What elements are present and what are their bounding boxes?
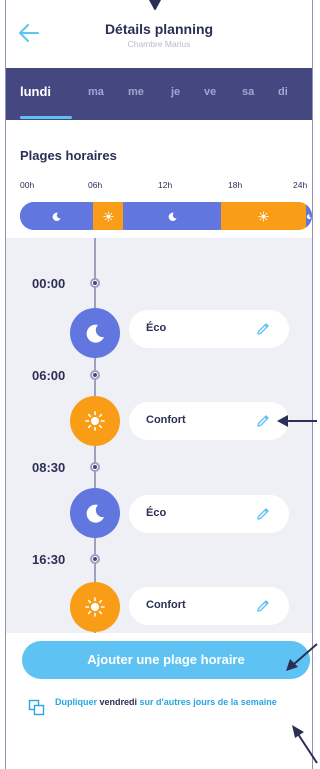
slot-card[interactable]: Éco	[129, 310, 289, 348]
range-segment-eco	[123, 202, 221, 230]
time-range-bar[interactable]	[20, 202, 312, 230]
timeline-dot	[90, 370, 100, 380]
time-label: 08:30	[32, 460, 66, 475]
sun-icon	[85, 597, 105, 617]
moon-icon	[306, 213, 312, 219]
slot-card[interactable]: Confort	[129, 587, 289, 625]
moon-icon	[86, 324, 104, 343]
annotation-arrow-icon	[286, 643, 318, 671]
header: Détails planning Chambre Marius	[6, 10, 312, 58]
timeline-dot	[90, 554, 100, 564]
moon-icon	[52, 212, 61, 221]
active-tab-indicator	[20, 116, 72, 119]
mode-circle-confort	[70, 396, 120, 446]
annotation-arrow-icon	[292, 725, 318, 764]
range-segment-confort	[93, 202, 124, 230]
tick-label: 06h	[88, 180, 103, 190]
slot-mode-label: Confort	[146, 414, 186, 426]
slot-mode-label: Éco	[146, 507, 167, 519]
copy-icon	[28, 699, 45, 716]
tab-ma[interactable]: ma	[88, 86, 104, 98]
tick-label: 00h	[20, 180, 35, 190]
sun-icon	[85, 411, 105, 431]
add-time-slot-button[interactable]: Ajouter une plage horaire	[22, 641, 310, 679]
tab-je[interactable]: je	[171, 86, 180, 98]
time-label: 06:00	[32, 368, 66, 383]
timeline-dot	[90, 462, 100, 472]
sun-icon	[258, 210, 269, 222]
slot-card[interactable]: Éco	[129, 495, 289, 533]
day-tabs: lundi ma me je ve sa di	[6, 68, 312, 120]
timeline-dot	[90, 278, 100, 288]
tab-lundi[interactable]: lundi	[20, 84, 51, 99]
page-subtitle: Chambre Marius	[127, 39, 191, 49]
annotation-arrow-icon	[277, 415, 317, 427]
duplicate-day: vendredi	[99, 697, 138, 707]
mode-circle-eco	[70, 308, 120, 358]
slot-mode-label: Confort	[146, 599, 186, 611]
moon-icon	[86, 504, 104, 523]
tab-sa[interactable]: sa	[242, 86, 254, 98]
page-title: Détails planning	[104, 21, 214, 37]
duplicate-suffix: sur d'autres jours de la semaine	[139, 697, 277, 707]
tick-label: 18h	[228, 180, 243, 190]
range-segment-eco	[305, 202, 312, 230]
tab-ve[interactable]: ve	[204, 86, 216, 98]
sun-icon	[103, 210, 114, 222]
time-label: 16:30	[32, 552, 66, 567]
time-label: 00:00	[32, 276, 66, 291]
tab-di[interactable]: di	[278, 86, 288, 98]
slot-card[interactable]: Confort	[129, 402, 289, 440]
pencil-icon[interactable]	[255, 413, 271, 429]
tick-label: 12h	[158, 180, 173, 190]
range-segment-eco	[20, 202, 93, 230]
timeline-list: 00:00 Éco 06:00 Confort 08:30 Éco 16:30 …	[6, 238, 312, 633]
slot-mode-label: Éco	[146, 322, 167, 334]
pencil-icon[interactable]	[255, 321, 271, 337]
duplicate-prefix: Dupliquer	[55, 697, 97, 707]
mode-circle-eco	[70, 488, 120, 538]
moon-icon	[168, 212, 177, 221]
tab-me[interactable]: me	[128, 86, 144, 98]
ranges-title: Plages horaires	[20, 148, 117, 163]
pencil-icon[interactable]	[255, 598, 271, 614]
tick-label: 24h	[293, 180, 308, 190]
range-segment-confort	[220, 202, 306, 230]
pencil-icon[interactable]	[255, 506, 271, 522]
mode-circle-confort	[70, 582, 120, 632]
